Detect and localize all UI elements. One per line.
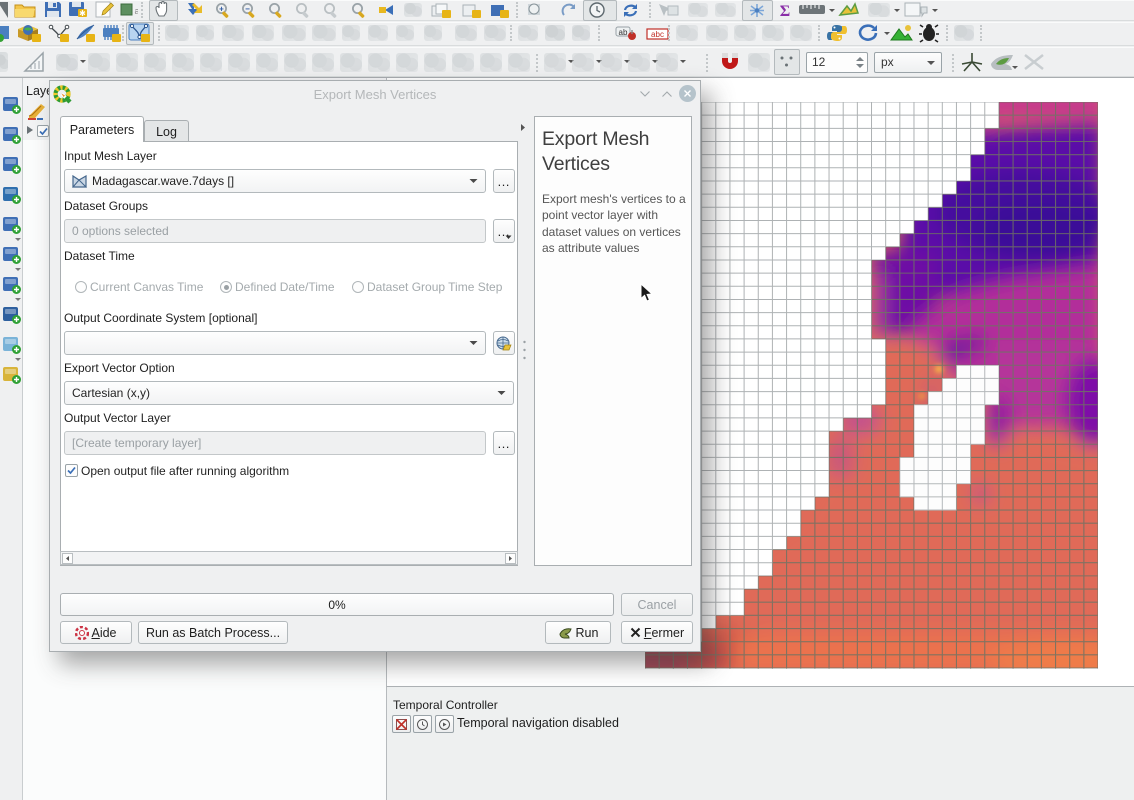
svg-text:a: a: [135, 6, 139, 16]
svg-text:✱: ✱: [79, 9, 86, 18]
svg-text:ab: ab: [619, 28, 628, 37]
svg-text:abc: abc: [651, 30, 664, 39]
svg-text:Σ: Σ: [780, 3, 790, 19]
svg-text:+: +: [219, 5, 224, 14]
svg-text:−: −: [245, 5, 250, 14]
